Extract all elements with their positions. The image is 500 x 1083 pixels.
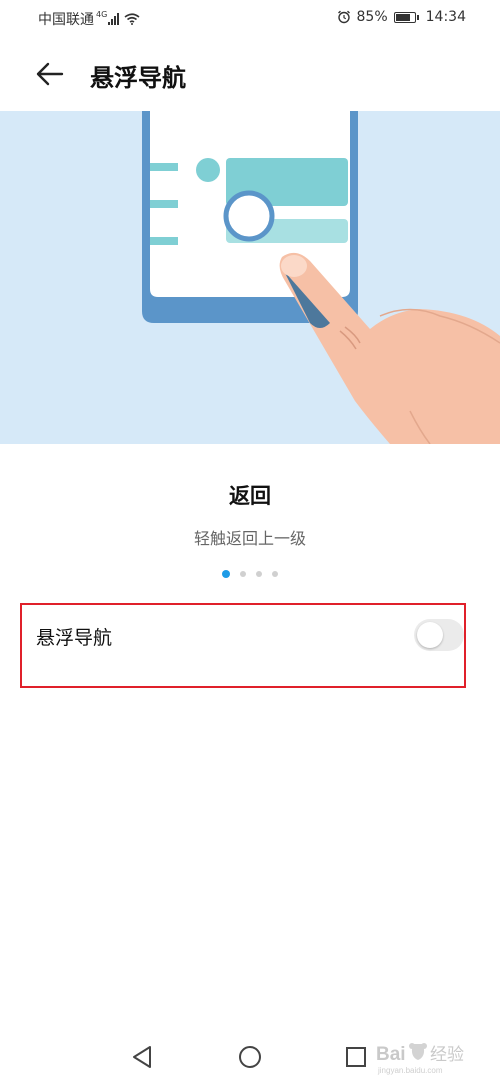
floating-nav-toggle[interactable] [414, 619, 464, 651]
battery-percent: 85% [356, 9, 388, 25]
network-type: 4G [96, 9, 108, 19]
tutorial-illustration[interactable] [0, 111, 500, 444]
app-header: 悬浮导航 [0, 36, 500, 111]
nav-back-button[interactable] [128, 1042, 158, 1072]
setting-label: 悬浮导航 [36, 627, 113, 649]
nav-recents-icon [346, 1047, 366, 1067]
slide-description: 轻触返回上一级 [193, 529, 306, 548]
system-nav-bar: Bai 经验 jingyan.baidu.com [0, 1030, 500, 1083]
status-bar: 中国联通 4G 85% 14:34 [0, 0, 500, 36]
wifi-icon [124, 13, 140, 25]
toggle-knob [417, 622, 443, 648]
page-dot-1[interactable] [222, 570, 230, 578]
page-indicator[interactable] [0, 570, 500, 578]
nav-back-icon [133, 1046, 151, 1068]
nav-recents-button[interactable] [341, 1042, 371, 1072]
svg-text:jingyan.baidu.com: jingyan.baidu.com [377, 1066, 443, 1075]
signal-icon [108, 13, 120, 25]
page-dot-2[interactable] [240, 571, 246, 577]
status-right: 85% 14:34 [337, 9, 466, 25]
back-button[interactable] [28, 54, 72, 94]
svg-text:经验: 经验 [430, 1045, 464, 1065]
arrow-left-icon [36, 62, 64, 86]
carrier-name: 中国联通 [38, 12, 94, 28]
status-left: 中国联通 4G [38, 9, 140, 29]
screen: 中国联通 4G 85% 14:34 悬浮导航 返回 轻触返回上一级 悬浮导航 B… [0, 0, 500, 1083]
nav-home-icon [239, 1046, 261, 1068]
battery-icon [393, 11, 419, 23]
svg-text:Bai: Bai [376, 1044, 406, 1065]
battery-level-fill [395, 13, 410, 21]
floating-nav-setting-row[interactable]: 悬浮导航 [20, 603, 466, 688]
page-title: 悬浮导航 [90, 64, 186, 92]
baidu-watermark-logo: Bai 经验 jingyan.baidu.com [376, 1043, 464, 1075]
slide-title: 返回 [229, 484, 271, 508]
page-dot-4[interactable] [272, 571, 278, 577]
phone-gesture-illustration [142, 111, 500, 444]
clock: 14:34 [425, 9, 466, 25]
nav-home-button[interactable] [235, 1042, 265, 1072]
carousel-caption: 返回 轻触返回上一级 [0, 480, 500, 548]
alarm-icon [337, 10, 350, 24]
page-dot-3[interactable] [256, 571, 262, 577]
